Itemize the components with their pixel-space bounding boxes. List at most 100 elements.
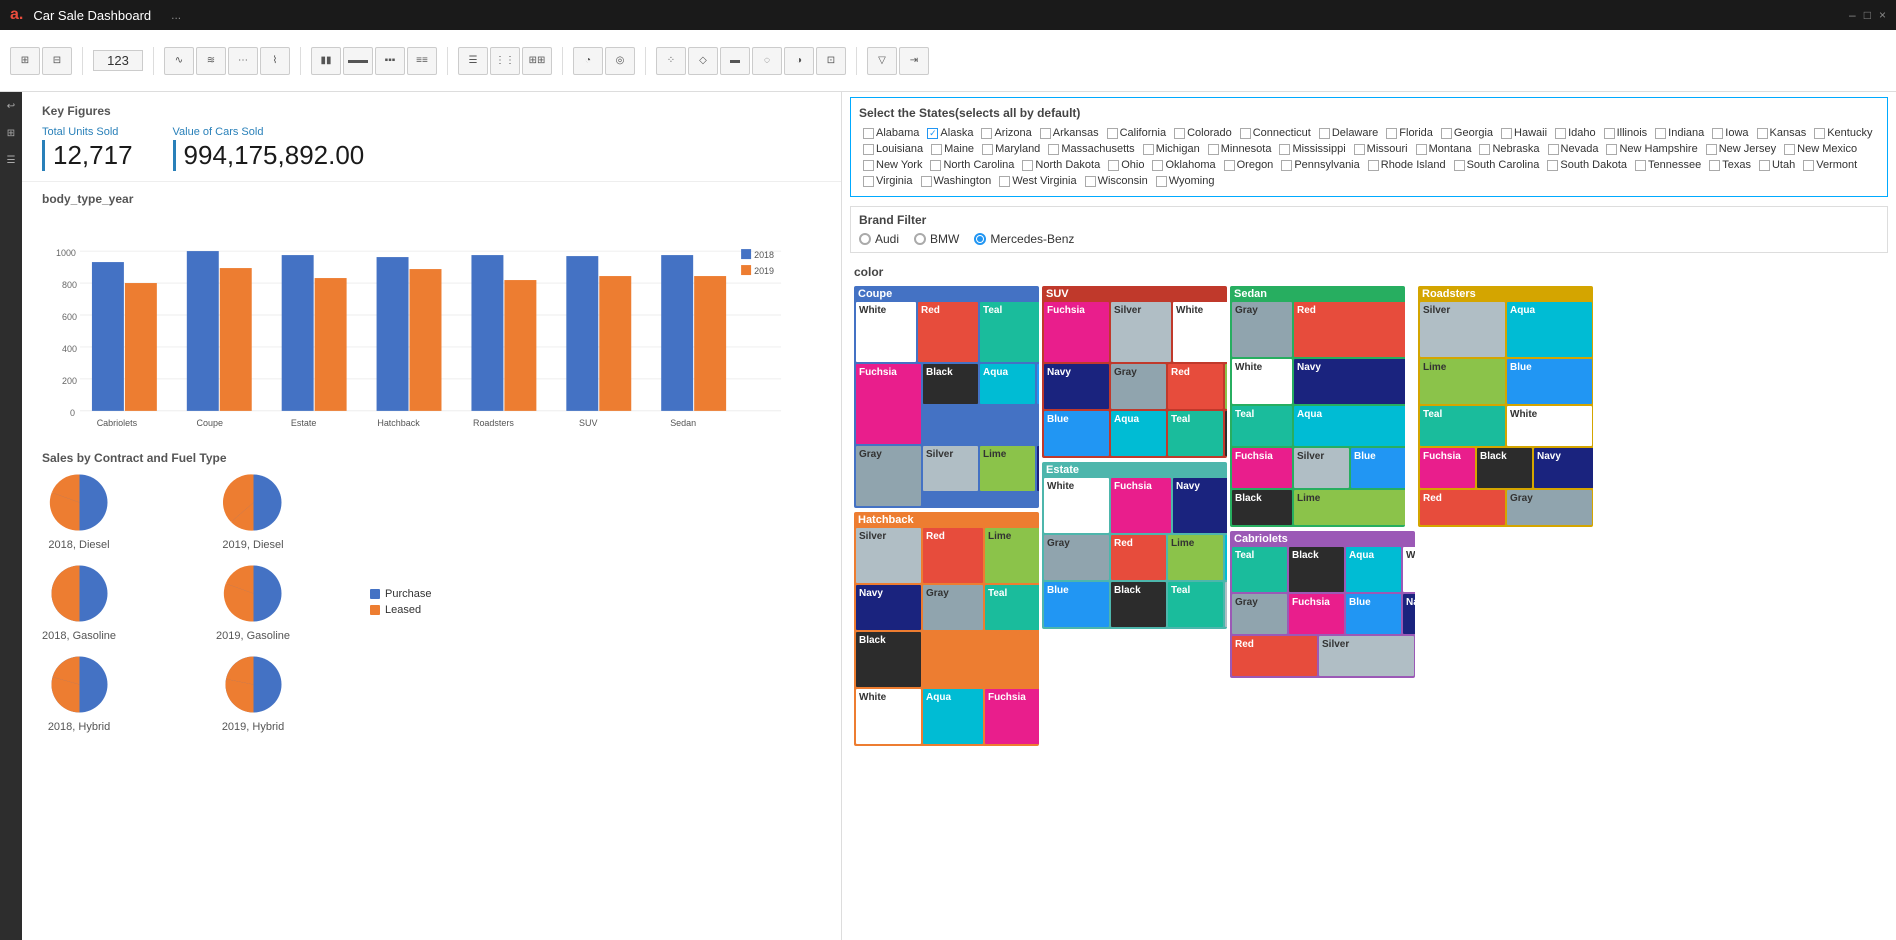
state-checkbox-Florida[interactable]: [1386, 128, 1397, 139]
state-checkbox-Pennsylvania[interactable]: [1281, 160, 1292, 171]
state-checkbox-Vermont[interactable]: [1803, 160, 1814, 171]
color-cell-blue[interactable]: Blue: [1044, 582, 1109, 627]
state-checkbox-New Mexico[interactable]: [1784, 144, 1795, 155]
state-item-kansas[interactable]: Kansas: [1753, 126, 1811, 140]
state-item-pennsylvania[interactable]: Pennsylvania: [1277, 158, 1363, 172]
pie-btn[interactable]: ◔: [573, 47, 603, 75]
color-cell-teal[interactable]: Teal: [1420, 406, 1505, 446]
color-cell-red[interactable]: Red: [1420, 490, 1505, 525]
color-cell-lime[interactable]: Lime: [1294, 490, 1405, 525]
color-cell-gray[interactable]: Gray: [1111, 364, 1166, 409]
color-cell-teal[interactable]: Teal: [980, 302, 1039, 362]
color-cell-red[interactable]: Red: [918, 302, 978, 362]
state-item-vermont[interactable]: Vermont: [1799, 158, 1861, 172]
color-cell-gray[interactable]: Gray: [1044, 535, 1109, 580]
color-cell-fuchsia[interactable]: Fuchsia: [1420, 448, 1475, 488]
color-cell-blue[interactable]: Blue: [1507, 359, 1592, 404]
state-item-mississippi[interactable]: Mississippi: [1275, 142, 1349, 156]
color-cell-aqua[interactable]: Aqua: [980, 364, 1035, 404]
treemap-group-hatchback[interactable]: HatchbackSilverRedLimeNavyGrayTealBlackW…: [854, 512, 1039, 746]
color-cell-lime[interactable]: Lime: [1420, 359, 1505, 404]
color-cell-navy[interactable]: Navy: [1044, 364, 1109, 409]
maximize-btn[interactable]: □: [1864, 8, 1871, 22]
state-checkbox-Kansas[interactable]: [1757, 128, 1768, 139]
state-checkbox-Wisconsin[interactable]: [1085, 176, 1096, 187]
nav-icon-3[interactable]: ☰: [7, 151, 16, 170]
color-cell-red[interactable]: Red: [1232, 636, 1317, 676]
state-item-virginia[interactable]: Virginia: [859, 174, 917, 188]
state-checkbox-Nevada[interactable]: [1548, 144, 1559, 155]
line-chart-btn2[interactable]: ≋: [196, 47, 226, 75]
color-cell-black[interactable]: Black: [856, 632, 921, 687]
color-cell-teal[interactable]: Teal: [1168, 411, 1223, 456]
state-checkbox-Arizona[interactable]: [981, 128, 992, 139]
color-cell-blue[interactable]: Blue: [1351, 448, 1405, 488]
color-cell-white[interactable]: White: [856, 302, 916, 362]
color-cell-aqua[interactable]: Aqua: [1225, 535, 1227, 580]
state-item-wisconsin[interactable]: Wisconsin: [1081, 174, 1152, 188]
state-checkbox-Louisiana[interactable]: [863, 144, 874, 155]
state-item-south-carolina[interactable]: South Carolina: [1450, 158, 1544, 172]
state-item-delaware[interactable]: Delaware: [1315, 126, 1382, 140]
color-cell-teal[interactable]: Teal: [985, 585, 1039, 630]
state-checkbox-South Carolina[interactable]: [1454, 160, 1465, 171]
state-item-arizona[interactable]: Arizona: [977, 126, 1035, 140]
state-item-south-dakota[interactable]: South Dakota: [1543, 158, 1631, 172]
state-checkbox-California[interactable]: [1107, 128, 1118, 139]
scatter-btn1[interactable]: ⁘: [656, 47, 686, 75]
state-checkbox-South Dakota[interactable]: [1547, 160, 1558, 171]
state-checkbox-Wyoming[interactable]: [1156, 176, 1167, 187]
toolbar-table-btn2[interactable]: ⊟: [42, 47, 72, 75]
state-checkbox-Tennessee[interactable]: [1635, 160, 1646, 171]
state-checkbox-Oklahoma[interactable]: [1152, 160, 1163, 171]
state-checkbox-Washington[interactable]: [921, 176, 932, 187]
state-checkbox-North Dakota[interactable]: [1022, 160, 1033, 171]
state-item-maine[interactable]: Maine: [927, 142, 978, 156]
state-item-west-virginia[interactable]: West Virginia: [995, 174, 1080, 188]
state-item-connecticut[interactable]: Connecticut: [1236, 126, 1315, 140]
state-item-florida[interactable]: Florida: [1382, 126, 1437, 140]
treemap-group-suv[interactable]: SUVFuchsiaSilverWhiteNavyGrayRedLimeBlue…: [1042, 286, 1227, 458]
state-checkbox-Texas[interactable]: [1709, 160, 1720, 171]
color-cell-silver[interactable]: Silver: [1225, 582, 1227, 627]
scatter-btn2[interactable]: ◇: [688, 47, 718, 75]
color-cell-gray[interactable]: Gray: [1507, 490, 1592, 525]
treemap-group-roadsters[interactable]: RoadstersSilverAquaLimeBlueTealWhiteFuch…: [1418, 286, 1593, 527]
color-cell-navy[interactable]: Navy: [1037, 446, 1039, 491]
line-chart-btn4[interactable]: ⌇: [260, 47, 290, 75]
color-cell-silver[interactable]: Silver: [923, 446, 978, 491]
color-cell-black[interactable]: Black: [1111, 582, 1166, 627]
state-checkbox-New York[interactable]: [863, 160, 874, 171]
state-item-texas[interactable]: Texas: [1705, 158, 1755, 172]
color-cell-red[interactable]: Red: [1111, 535, 1166, 580]
state-checkbox-Hawaii[interactable]: [1501, 128, 1512, 139]
state-checkbox-Kentucky[interactable]: [1814, 128, 1825, 139]
treemap-group-sedan[interactable]: SedanGrayRedWhiteNavyTealAquaFuchsiaSilv…: [1230, 286, 1405, 527]
line-chart-btn1[interactable]: ∿: [164, 47, 194, 75]
color-cell-white[interactable]: White: [1173, 302, 1227, 362]
state-checkbox-Maine[interactable]: [931, 144, 942, 155]
color-cell-black[interactable]: Black: [1225, 411, 1227, 456]
color-cell-fuchsia[interactable]: Fuchsia: [1289, 594, 1344, 634]
color-cell-gray[interactable]: Gray: [1232, 594, 1287, 634]
color-cell-fuchsia[interactable]: Fuchsia: [1044, 302, 1109, 362]
line-chart-btn3[interactable]: ⋯: [228, 47, 258, 75]
state-checkbox-Montana[interactable]: [1416, 144, 1427, 155]
brand-mercedes-benz[interactable]: Mercedes-Benz: [974, 232, 1074, 246]
state-item-maryland[interactable]: Maryland: [978, 142, 1044, 156]
color-cell-blue[interactable]: Blue: [1037, 364, 1039, 404]
color-cell-lime[interactable]: Lime: [980, 446, 1035, 491]
color-cell-blue[interactable]: Blue: [1044, 411, 1109, 456]
bar-chart-btn4[interactable]: ≡≡: [407, 47, 437, 75]
state-item-colorado[interactable]: Colorado: [1170, 126, 1236, 140]
state-checkbox-Utah[interactable]: [1759, 160, 1770, 171]
state-checkbox-Minnesota[interactable]: [1208, 144, 1219, 155]
donut-btn[interactable]: ◎: [605, 47, 635, 75]
brand-audi[interactable]: Audi: [859, 232, 899, 246]
color-cell-teal[interactable]: Teal: [1168, 582, 1223, 627]
color-cell-aqua[interactable]: Aqua: [923, 689, 983, 744]
color-cell-navy[interactable]: Navy: [1534, 448, 1593, 488]
state-checkbox-Delaware[interactable]: [1319, 128, 1330, 139]
nav-icon-1[interactable]: ↩: [7, 97, 15, 116]
state-checkbox-Indiana[interactable]: [1655, 128, 1666, 139]
